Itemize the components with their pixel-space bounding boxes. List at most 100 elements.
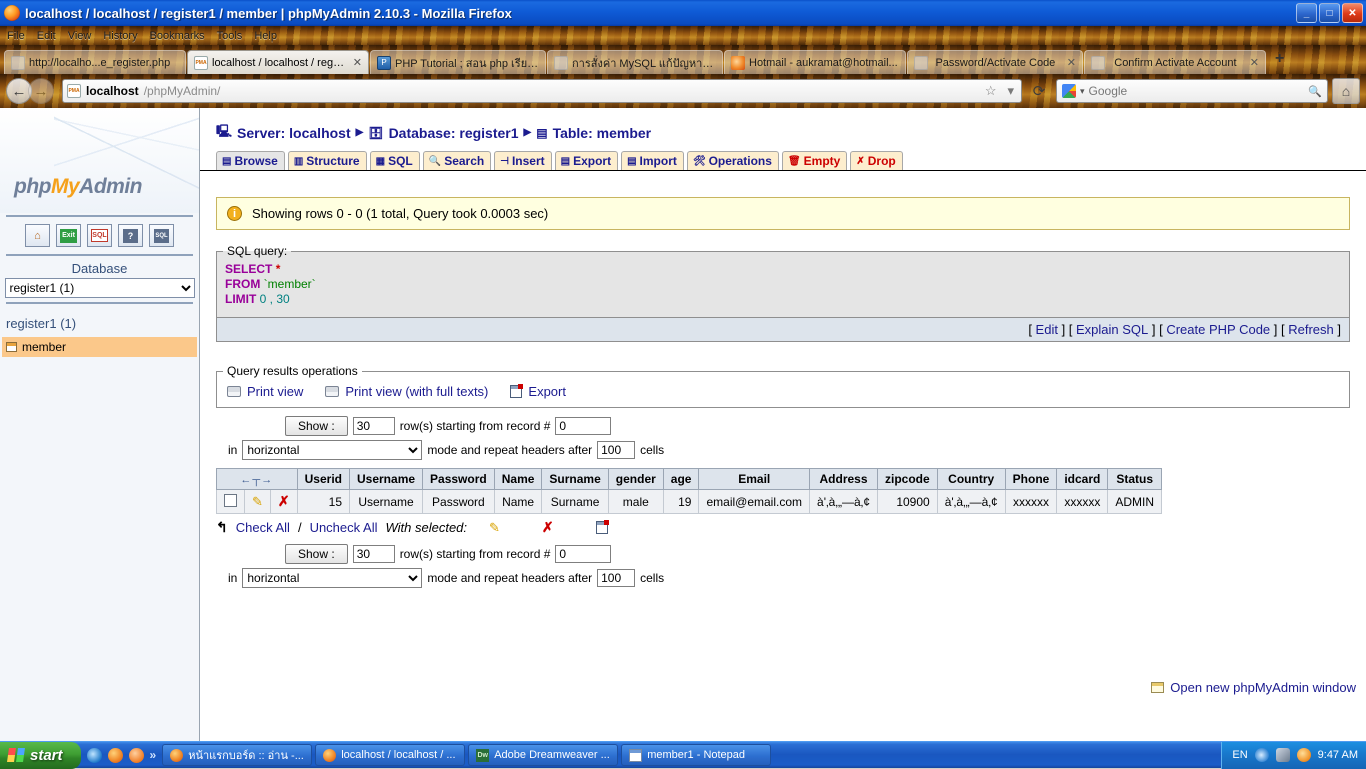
show-button-bottom[interactable]: Show :	[285, 544, 348, 564]
tab-sql[interactable]: ▦SQL	[370, 151, 420, 170]
row-edit-cell[interactable]: ✎	[245, 490, 271, 514]
search-bar[interactable]: ▾ Google 🔍	[1056, 79, 1328, 103]
rows-input-bottom[interactable]	[353, 545, 395, 563]
menu-bookmarks[interactable]: Bookmarks	[145, 29, 210, 43]
phpmyadmin-logo[interactable]: phpMyAdmin	[14, 175, 142, 199]
repeat-headers-input-bottom[interactable]	[597, 569, 635, 587]
taskbar-button[interactable]: หน้าแรกบอร์ด :: อ่าน -...	[162, 744, 312, 766]
opera-icon[interactable]	[129, 748, 144, 763]
edit-pencil-icon[interactable]: ✎	[252, 494, 263, 509]
db-tree-root-label[interactable]: register1 (1)	[0, 306, 199, 337]
bulk-edit-icon[interactable]: ✎	[489, 520, 500, 536]
export-link[interactable]: Export	[510, 384, 566, 399]
tab-export[interactable]: ▤Export	[555, 151, 618, 170]
show-button-top[interactable]: Show :	[285, 416, 348, 436]
tab-search[interactable]: 🔍Search	[423, 151, 491, 170]
column-header-address[interactable]: Address	[810, 469, 878, 490]
check-all-link[interactable]: Check All	[236, 520, 290, 535]
chevron-down-icon[interactable]: ▾	[1080, 86, 1085, 97]
rows-input-top[interactable]	[353, 417, 395, 435]
column-header-idcard[interactable]: idcard	[1057, 469, 1108, 490]
tab-close-icon[interactable]: ✕	[1246, 56, 1259, 69]
tab-structure[interactable]: ▥Structure	[288, 151, 367, 170]
url-bar[interactable]: PMA localhost /phpMyAdmin/ ☆ ▾	[62, 79, 1022, 103]
tab-operations[interactable]: 🛠Operations	[687, 151, 779, 170]
column-header-password[interactable]: Password	[423, 469, 495, 490]
browser-tab[interactable]: การสั่งค่า MySQL แก้ปัญหา ภา...	[547, 50, 723, 74]
start-button[interactable]: start	[0, 742, 81, 769]
column-header-country[interactable]: Country	[937, 469, 1005, 490]
home-button[interactable]: ⌂	[1332, 78, 1360, 104]
bookmark-star-icon[interactable]: ☆	[982, 83, 1000, 99]
edit-link[interactable]: Edit	[1036, 322, 1058, 337]
updates-icon[interactable]	[1297, 748, 1311, 762]
column-header-username[interactable]: Username	[350, 469, 423, 490]
home-icon[interactable]: ⌂	[25, 224, 50, 247]
repeat-headers-input-top[interactable]	[597, 441, 635, 459]
tab-import[interactable]: ▤Import	[621, 151, 684, 170]
menu-history[interactable]: History	[98, 29, 142, 43]
column-header-name[interactable]: Name	[494, 469, 542, 490]
language-indicator[interactable]: EN	[1232, 749, 1247, 761]
delete-cross-icon[interactable]: ✗	[278, 493, 290, 509]
explain-sql-link[interactable]: Explain SQL	[1076, 322, 1148, 337]
logout-icon[interactable]: Exit	[56, 224, 81, 247]
column-header-zipcode[interactable]: zipcode	[878, 469, 938, 490]
tab-empty[interactable]: 🗑Empty	[782, 151, 847, 170]
display-mode-select-bottom[interactable]: horizontal	[242, 568, 422, 588]
browser-tab[interactable]: Hotmail - aukramat@hotmail...	[724, 50, 906, 74]
tab-close-icon[interactable]: ✕	[1063, 56, 1076, 69]
chevron-right-icon[interactable]: »	[150, 748, 157, 762]
browser-tab-active[interactable]: PMA localhost / localhost / registe... ✕	[187, 50, 369, 74]
open-new-window-link[interactable]: Open new phpMyAdmin window	[1151, 680, 1356, 695]
tab-drop[interactable]: ✗Drop	[850, 151, 902, 170]
column-header-surname[interactable]: Surname	[542, 469, 608, 490]
column-header-phone[interactable]: Phone	[1005, 469, 1057, 490]
print-view-link[interactable]: Print view	[227, 384, 303, 399]
breadcrumb-server[interactable]: Server: localhost	[237, 125, 351, 141]
browser-tab[interactable]: Password/Activate Code ✕	[907, 50, 1083, 74]
refresh-link[interactable]: Refresh	[1288, 322, 1334, 337]
browser-tab[interactable]: Confirm Activate Account ✕	[1084, 50, 1266, 74]
breadcrumb-database[interactable]: Database: register1	[389, 125, 519, 141]
sql-icon[interactable]: SQL	[87, 224, 112, 247]
search-go-icon[interactable]: 🔍	[1308, 85, 1322, 98]
bulk-delete-icon[interactable]: ✗	[542, 519, 554, 536]
network-icon[interactable]	[1276, 748, 1290, 762]
menu-help[interactable]: Help	[249, 29, 282, 43]
taskbar-button[interactable]: Dw Adobe Dreamweaver ...	[468, 744, 618, 766]
maximize-button[interactable]: □	[1319, 3, 1340, 23]
row-select-checkbox-cell[interactable]	[217, 490, 245, 514]
chevron-down-icon[interactable]: ▾	[1004, 83, 1017, 99]
column-header-age[interactable]: age	[663, 469, 699, 490]
column-header-userid[interactable]: Userid	[297, 469, 349, 490]
breadcrumb-table[interactable]: Table: member	[553, 125, 652, 141]
menu-file[interactable]: File	[2, 29, 30, 43]
forward-button[interactable]: →	[28, 78, 54, 104]
query-window-icon[interactable]: SQL	[149, 224, 174, 247]
menu-tools[interactable]: Tools	[212, 29, 248, 43]
menu-edit[interactable]: Edit	[32, 29, 61, 43]
firefox-icon[interactable]	[108, 748, 123, 763]
print-view-full-texts-link[interactable]: Print view (with full texts)	[325, 384, 488, 399]
volume-icon[interactable]	[1255, 748, 1269, 762]
row-delete-cell[interactable]: ✗	[270, 490, 297, 514]
taskbar-button[interactable]: localhost / localhost / ...	[315, 744, 465, 766]
tab-browse[interactable]: ▤Browse	[216, 151, 285, 170]
close-button[interactable]: ✕	[1342, 3, 1363, 23]
bulk-export-icon[interactable]	[596, 521, 608, 534]
sort-direction-header[interactable]: ←┬→	[217, 469, 298, 490]
reload-button[interactable]: ⟳	[1026, 78, 1052, 104]
tab-close-icon[interactable]: ✕	[349, 56, 362, 69]
tab-insert[interactable]: ⊣Insert	[494, 151, 551, 170]
new-tab-button[interactable]: +	[1267, 50, 1292, 70]
browser-tab[interactable]: P PHP Tutorial ; สอน php เรียน ...	[370, 50, 546, 74]
create-php-code-link[interactable]: Create PHP Code	[1166, 322, 1270, 337]
column-header-status[interactable]: Status	[1108, 469, 1162, 490]
record-start-input-bottom[interactable]	[555, 545, 611, 563]
minimize-button[interactable]: _	[1296, 3, 1317, 23]
column-header-gender[interactable]: gender	[608, 469, 663, 490]
database-select[interactable]: register1 (1)	[5, 278, 195, 298]
row-checkbox[interactable]	[224, 494, 237, 507]
menu-view[interactable]: View	[63, 29, 97, 43]
